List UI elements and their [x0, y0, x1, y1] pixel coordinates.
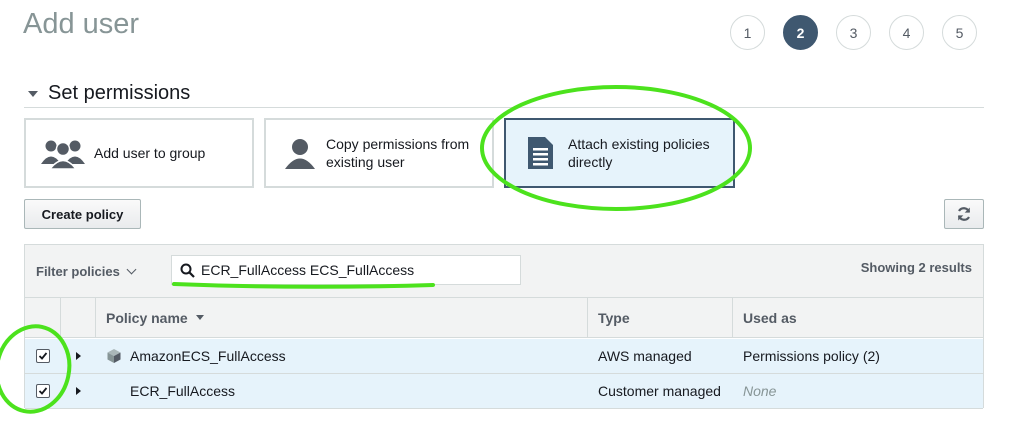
- step-4[interactable]: 4: [889, 15, 924, 50]
- column-label: Type: [598, 309, 630, 326]
- policies-table: Filter policies ECR_FullAccess ECS_FullA…: [24, 244, 984, 409]
- search-input[interactable]: ECR_FullAccess ECS_FullAccess: [171, 255, 521, 285]
- option-copy-permissions[interactable]: Copy permissions from existing user: [264, 118, 494, 188]
- section-divider: [24, 107, 984, 108]
- option-add-user-to-group[interactable]: Add user to group: [24, 118, 254, 188]
- user-icon: [280, 136, 320, 170]
- chevron-down-icon: [126, 264, 137, 275]
- column-label: Used as: [743, 309, 797, 326]
- refresh-button[interactable]: [944, 199, 984, 229]
- sort-down-icon: [195, 315, 204, 320]
- column-used-as: Used as: [733, 298, 983, 337]
- step-2-active[interactable]: 2: [783, 15, 818, 50]
- policy-type: Customer managed: [598, 383, 721, 399]
- caret-down-icon: [28, 90, 38, 97]
- set-permissions-header[interactable]: Set permissions: [28, 82, 190, 105]
- step-1[interactable]: 1: [730, 15, 765, 50]
- section-title: Set permissions: [48, 82, 191, 104]
- column-label: Policy name: [106, 309, 188, 326]
- refresh-icon: [957, 207, 971, 221]
- table-row[interactable]: AmazonECS_FullAccess AWS managed Permiss…: [25, 339, 983, 374]
- option-label: Add user to group: [94, 145, 206, 161]
- used-as-none: None: [743, 383, 777, 399]
- policy-name[interactable]: ECR_FullAccess: [130, 383, 235, 399]
- search-icon: [180, 263, 195, 278]
- create-policy-button[interactable]: Create policy: [24, 199, 141, 229]
- filter-policies-dropdown[interactable]: Filter policies: [36, 264, 137, 279]
- option-label: Copy permissions from existing user: [326, 136, 470, 170]
- aws-managed-icon: [104, 348, 124, 364]
- column-type: Type: [588, 298, 733, 337]
- results-count: Showing 2 results: [860, 260, 972, 275]
- row-select-cell: [25, 374, 61, 408]
- caret-right-icon: [76, 387, 81, 395]
- option-label: Attach existing policies directly: [568, 136, 710, 170]
- expand-toggle[interactable]: [61, 339, 96, 373]
- wizard-steps: 1 2 3 4 5: [730, 15, 977, 50]
- policy-name-cell: ECR_FullAccess: [96, 374, 588, 408]
- policy-type: AWS managed: [598, 348, 692, 364]
- checkmark-icon: [38, 352, 48, 360]
- table-row[interactable]: ECR_FullAccess Customer managed None: [25, 374, 983, 409]
- filter-label: Filter policies: [36, 264, 120, 279]
- table-header: Policy name Type Used as: [25, 298, 983, 338]
- step-5[interactable]: 5: [942, 15, 977, 50]
- users-icon: [38, 137, 88, 169]
- checkbox[interactable]: [36, 349, 50, 363]
- search-value: ECR_FullAccess ECS_FullAccess: [201, 262, 415, 278]
- option-attach-policies[interactable]: Attach existing policies directly: [504, 118, 735, 188]
- expand-toggle[interactable]: [61, 374, 96, 408]
- policy-name-cell: AmazonECS_FullAccess: [96, 339, 588, 373]
- step-3[interactable]: 3: [836, 15, 871, 50]
- header-expand-cell: [61, 298, 96, 337]
- page-title: Add user: [23, 8, 140, 40]
- document-icon: [520, 136, 560, 170]
- column-policy-name[interactable]: Policy name: [96, 298, 588, 337]
- filter-bar: Filter policies ECR_FullAccess ECS_FullA…: [25, 245, 983, 298]
- policy-used-as: Permissions policy (2): [743, 348, 880, 364]
- policy-used-as: None: [733, 374, 983, 408]
- row-select-cell: [25, 339, 61, 373]
- header-select-cell: [25, 298, 61, 337]
- checkmark-icon: [38, 387, 48, 395]
- caret-right-icon: [76, 352, 81, 360]
- checkbox[interactable]: [36, 384, 50, 398]
- policy-name[interactable]: AmazonECS_FullAccess: [130, 348, 286, 364]
